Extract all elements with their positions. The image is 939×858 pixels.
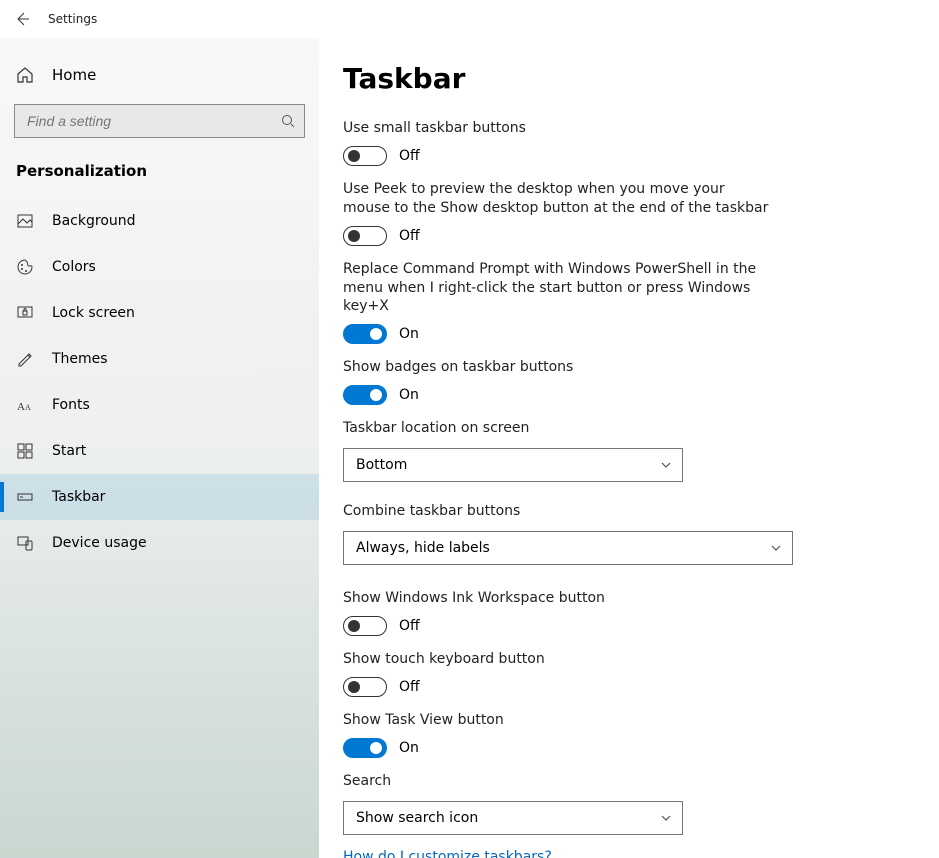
setting-label: Show Windows Ink Workspace button <box>343 589 773 608</box>
setting-small-taskbar-buttons: Use small taskbar buttons Off <box>343 119 899 166</box>
back-button[interactable] <box>14 11 30 27</box>
toggle-badges[interactable] <box>343 385 387 405</box>
titlebar: Settings <box>0 0 939 38</box>
chevron-down-icon <box>770 542 782 554</box>
sidebar-item-background[interactable]: Background <box>0 198 319 244</box>
setting-combine-buttons: Combine taskbar buttons Always, hide lab… <box>343 502 899 565</box>
toggle-task-view[interactable] <box>343 738 387 758</box>
sidebar-item-label: Taskbar <box>52 489 105 505</box>
back-arrow-icon <box>14 11 30 27</box>
sidebar-item-label: Lock screen <box>52 305 135 321</box>
setting-peek: Use Peek to preview the desktop when you… <box>343 180 899 246</box>
toggle-small-taskbar-buttons[interactable] <box>343 146 387 166</box>
select-search[interactable]: Show search icon <box>343 801 683 835</box>
setting-badges: Show badges on taskbar buttons On <box>343 358 899 405</box>
sidebar-item-lock-screen[interactable]: Lock screen <box>0 290 319 336</box>
setting-search: Search Show search icon <box>343 772 899 835</box>
setting-task-view: Show Task View button On <box>343 711 899 758</box>
sidebar-item-taskbar[interactable]: Taskbar <box>0 474 319 520</box>
setting-ink-workspace: Show Windows Ink Workspace button Off <box>343 589 899 636</box>
lock-screen-icon <box>16 304 34 322</box>
background-icon <box>16 212 34 230</box>
sidebar-item-device-usage[interactable]: Device usage <box>0 520 319 566</box>
select-combine-buttons[interactable]: Always, hide labels <box>343 531 793 565</box>
sidebar-item-label: Start <box>52 443 86 459</box>
home-icon <box>16 66 34 84</box>
setting-label: Use small taskbar buttons <box>343 119 773 138</box>
category-heading: Personalization <box>0 156 319 198</box>
setting-label: Use Peek to preview the desktop when you… <box>343 180 773 218</box>
toggle-state: On <box>399 387 419 403</box>
search-box <box>14 104 305 138</box>
setting-label: Search <box>343 772 773 791</box>
toggle-state: On <box>399 326 419 342</box>
window-title: Settings <box>48 12 97 26</box>
svg-text:A: A <box>17 401 25 413</box>
sidebar-item-themes[interactable]: Themes <box>0 336 319 382</box>
page-heading: Taskbar <box>343 62 899 95</box>
setting-label: Show badges on taskbar buttons <box>343 358 773 377</box>
sidebar-item-label: Fonts <box>52 397 90 413</box>
select-taskbar-location[interactable]: Bottom <box>343 448 683 482</box>
sidebar-item-label: Colors <box>52 259 96 275</box>
toggle-state: Off <box>399 679 420 695</box>
colors-icon <box>16 258 34 276</box>
fonts-icon: AA <box>16 396 34 414</box>
sidebar-item-label: Background <box>52 213 136 229</box>
toggle-powershell[interactable] <box>343 324 387 344</box>
toggle-peek[interactable] <box>343 226 387 246</box>
sidebar-nav: Background Colors Lock screen Themes <box>0 198 319 566</box>
device-usage-icon <box>16 534 34 552</box>
sidebar-item-label: Themes <box>52 351 108 367</box>
chevron-down-icon <box>660 459 672 471</box>
setting-label: Show Task View button <box>343 711 773 730</box>
sidebar: Home Personalization Background Colors <box>0 38 319 858</box>
sidebar-item-label: Device usage <box>52 535 147 551</box>
setting-label: Show touch keyboard button <box>343 650 773 669</box>
main-content: Taskbar Use small taskbar buttons Off Us… <box>319 38 939 858</box>
setting-powershell: Replace Command Prompt with Windows Powe… <box>343 260 899 345</box>
select-value: Always, hide labels <box>356 540 490 556</box>
start-icon <box>16 442 34 460</box>
search-input[interactable] <box>14 104 305 138</box>
setting-label: Taskbar location on screen <box>343 419 773 438</box>
taskbar-icon <box>16 488 34 506</box>
toggle-state: Off <box>399 148 420 164</box>
toggle-state: On <box>399 740 419 756</box>
toggle-ink-workspace[interactable] <box>343 616 387 636</box>
sidebar-item-fonts[interactable]: AA Fonts <box>0 382 319 428</box>
sidebar-item-start[interactable]: Start <box>0 428 319 474</box>
search-icon <box>281 114 295 128</box>
chevron-down-icon <box>660 812 672 824</box>
home-nav[interactable]: Home <box>0 56 319 94</box>
toggle-touch-keyboard[interactable] <box>343 677 387 697</box>
setting-label: Replace Command Prompt with Windows Powe… <box>343 260 773 317</box>
toggle-state: Off <box>399 618 420 634</box>
themes-icon <box>16 350 34 368</box>
setting-label: Combine taskbar buttons <box>343 502 773 521</box>
sidebar-item-colors[interactable]: Colors <box>0 244 319 290</box>
svg-text:A: A <box>25 403 31 412</box>
help-link[interactable]: How do I customize taskbars? <box>343 849 899 858</box>
home-label: Home <box>52 66 96 84</box>
select-value: Bottom <box>356 457 407 473</box>
toggle-state: Off <box>399 228 420 244</box>
select-value: Show search icon <box>356 810 478 826</box>
setting-taskbar-location: Taskbar location on screen Bottom <box>343 419 899 482</box>
setting-touch-keyboard: Show touch keyboard button Off <box>343 650 899 697</box>
